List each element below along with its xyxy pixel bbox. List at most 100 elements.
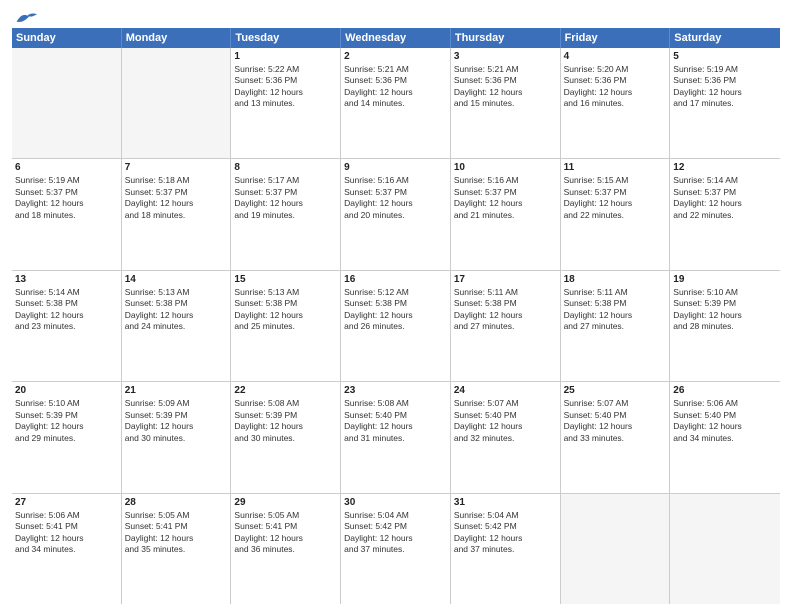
day-info: Sunrise: 5:13 AMSunset: 5:38 PMDaylight:… (125, 287, 228, 333)
calendar-header-wednesday: Wednesday (341, 28, 451, 48)
calendar-week-3: 13Sunrise: 5:14 AMSunset: 5:38 PMDayligh… (12, 271, 780, 382)
day-number: 13 (15, 273, 118, 286)
calendar-day-8: 8Sunrise: 5:17 AMSunset: 5:37 PMDaylight… (231, 159, 341, 269)
day-info: Sunrise: 5:08 AMSunset: 5:39 PMDaylight:… (234, 398, 337, 444)
calendar-header-friday: Friday (561, 28, 671, 48)
day-number: 14 (125, 273, 228, 286)
day-info: Sunrise: 5:05 AMSunset: 5:41 PMDaylight:… (234, 510, 337, 556)
calendar-day-2: 2Sunrise: 5:21 AMSunset: 5:36 PMDaylight… (341, 48, 451, 158)
day-number: 21 (125, 384, 228, 397)
day-info: Sunrise: 5:14 AMSunset: 5:37 PMDaylight:… (673, 175, 777, 221)
calendar-header-monday: Monday (122, 28, 232, 48)
day-number: 19 (673, 273, 777, 286)
day-info: Sunrise: 5:07 AMSunset: 5:40 PMDaylight:… (564, 398, 667, 444)
calendar-day-26: 26Sunrise: 5:06 AMSunset: 5:40 PMDayligh… (670, 382, 780, 492)
day-number: 24 (454, 384, 557, 397)
day-number: 31 (454, 496, 557, 509)
day-info: Sunrise: 5:19 AMSunset: 5:36 PMDaylight:… (673, 64, 777, 110)
calendar-day-29: 29Sunrise: 5:05 AMSunset: 5:41 PMDayligh… (231, 494, 341, 604)
calendar-day-11: 11Sunrise: 5:15 AMSunset: 5:37 PMDayligh… (561, 159, 671, 269)
day-number: 10 (454, 161, 557, 174)
calendar-week-4: 20Sunrise: 5:10 AMSunset: 5:39 PMDayligh… (12, 382, 780, 493)
day-number: 5 (673, 50, 777, 63)
calendar-day-23: 23Sunrise: 5:08 AMSunset: 5:40 PMDayligh… (341, 382, 451, 492)
day-number: 28 (125, 496, 228, 509)
day-number: 6 (15, 161, 118, 174)
day-number: 11 (564, 161, 667, 174)
calendar-day-empty-0-1 (122, 48, 232, 158)
calendar-body: 1Sunrise: 5:22 AMSunset: 5:36 PMDaylight… (12, 48, 780, 604)
day-info: Sunrise: 5:16 AMSunset: 5:37 PMDaylight:… (344, 175, 447, 221)
day-number: 17 (454, 273, 557, 286)
calendar-day-27: 27Sunrise: 5:06 AMSunset: 5:41 PMDayligh… (12, 494, 122, 604)
day-number: 23 (344, 384, 447, 397)
day-number: 8 (234, 161, 337, 174)
day-info: Sunrise: 5:14 AMSunset: 5:38 PMDaylight:… (15, 287, 118, 333)
calendar-header-thursday: Thursday (451, 28, 561, 48)
day-info: Sunrise: 5:11 AMSunset: 5:38 PMDaylight:… (454, 287, 557, 333)
day-number: 27 (15, 496, 118, 509)
day-number: 7 (125, 161, 228, 174)
logo (12, 10, 37, 22)
calendar-day-16: 16Sunrise: 5:12 AMSunset: 5:38 PMDayligh… (341, 271, 451, 381)
calendar-header: SundayMondayTuesdayWednesdayThursdayFrid… (12, 28, 780, 48)
day-info: Sunrise: 5:21 AMSunset: 5:36 PMDaylight:… (344, 64, 447, 110)
calendar-day-28: 28Sunrise: 5:05 AMSunset: 5:41 PMDayligh… (122, 494, 232, 604)
day-info: Sunrise: 5:17 AMSunset: 5:37 PMDaylight:… (234, 175, 337, 221)
calendar-day-13: 13Sunrise: 5:14 AMSunset: 5:38 PMDayligh… (12, 271, 122, 381)
header (12, 10, 780, 22)
day-info: Sunrise: 5:10 AMSunset: 5:39 PMDaylight:… (15, 398, 118, 444)
calendar-day-5: 5Sunrise: 5:19 AMSunset: 5:36 PMDaylight… (670, 48, 780, 158)
calendar-day-empty-4-5 (561, 494, 671, 604)
calendar-day-31: 31Sunrise: 5:04 AMSunset: 5:42 PMDayligh… (451, 494, 561, 604)
day-info: Sunrise: 5:11 AMSunset: 5:38 PMDaylight:… (564, 287, 667, 333)
day-info: Sunrise: 5:21 AMSunset: 5:36 PMDaylight:… (454, 64, 557, 110)
page: SundayMondayTuesdayWednesdayThursdayFrid… (0, 0, 792, 612)
day-number: 1 (234, 50, 337, 63)
day-info: Sunrise: 5:13 AMSunset: 5:38 PMDaylight:… (234, 287, 337, 333)
calendar-day-14: 14Sunrise: 5:13 AMSunset: 5:38 PMDayligh… (122, 271, 232, 381)
calendar-day-17: 17Sunrise: 5:11 AMSunset: 5:38 PMDayligh… (451, 271, 561, 381)
day-info: Sunrise: 5:15 AMSunset: 5:37 PMDaylight:… (564, 175, 667, 221)
calendar-day-18: 18Sunrise: 5:11 AMSunset: 5:38 PMDayligh… (561, 271, 671, 381)
calendar-day-19: 19Sunrise: 5:10 AMSunset: 5:39 PMDayligh… (670, 271, 780, 381)
day-number: 20 (15, 384, 118, 397)
day-info: Sunrise: 5:04 AMSunset: 5:42 PMDaylight:… (454, 510, 557, 556)
calendar-day-15: 15Sunrise: 5:13 AMSunset: 5:38 PMDayligh… (231, 271, 341, 381)
day-info: Sunrise: 5:22 AMSunset: 5:36 PMDaylight:… (234, 64, 337, 110)
day-number: 12 (673, 161, 777, 174)
calendar-day-9: 9Sunrise: 5:16 AMSunset: 5:37 PMDaylight… (341, 159, 451, 269)
day-info: Sunrise: 5:18 AMSunset: 5:37 PMDaylight:… (125, 175, 228, 221)
day-number: 9 (344, 161, 447, 174)
day-number: 22 (234, 384, 337, 397)
day-info: Sunrise: 5:09 AMSunset: 5:39 PMDaylight:… (125, 398, 228, 444)
calendar-week-5: 27Sunrise: 5:06 AMSunset: 5:41 PMDayligh… (12, 494, 780, 604)
calendar-day-6: 6Sunrise: 5:19 AMSunset: 5:37 PMDaylight… (12, 159, 122, 269)
bird-icon (15, 10, 37, 26)
day-info: Sunrise: 5:05 AMSunset: 5:41 PMDaylight:… (125, 510, 228, 556)
calendar: SundayMondayTuesdayWednesdayThursdayFrid… (12, 28, 780, 604)
calendar-day-24: 24Sunrise: 5:07 AMSunset: 5:40 PMDayligh… (451, 382, 561, 492)
day-number: 4 (564, 50, 667, 63)
day-info: Sunrise: 5:10 AMSunset: 5:39 PMDaylight:… (673, 287, 777, 333)
day-number: 3 (454, 50, 557, 63)
calendar-day-20: 20Sunrise: 5:10 AMSunset: 5:39 PMDayligh… (12, 382, 122, 492)
day-info: Sunrise: 5:04 AMSunset: 5:42 PMDaylight:… (344, 510, 447, 556)
calendar-day-4: 4Sunrise: 5:20 AMSunset: 5:36 PMDaylight… (561, 48, 671, 158)
calendar-day-30: 30Sunrise: 5:04 AMSunset: 5:42 PMDayligh… (341, 494, 451, 604)
calendar-week-1: 1Sunrise: 5:22 AMSunset: 5:36 PMDaylight… (12, 48, 780, 159)
day-info: Sunrise: 5:19 AMSunset: 5:37 PMDaylight:… (15, 175, 118, 221)
calendar-day-empty-0-0 (12, 48, 122, 158)
calendar-week-2: 6Sunrise: 5:19 AMSunset: 5:37 PMDaylight… (12, 159, 780, 270)
calendar-day-21: 21Sunrise: 5:09 AMSunset: 5:39 PMDayligh… (122, 382, 232, 492)
calendar-header-sunday: Sunday (12, 28, 122, 48)
calendar-day-3: 3Sunrise: 5:21 AMSunset: 5:36 PMDaylight… (451, 48, 561, 158)
day-info: Sunrise: 5:20 AMSunset: 5:36 PMDaylight:… (564, 64, 667, 110)
day-number: 16 (344, 273, 447, 286)
day-info: Sunrise: 5:07 AMSunset: 5:40 PMDaylight:… (454, 398, 557, 444)
calendar-day-25: 25Sunrise: 5:07 AMSunset: 5:40 PMDayligh… (561, 382, 671, 492)
day-number: 30 (344, 496, 447, 509)
day-info: Sunrise: 5:08 AMSunset: 5:40 PMDaylight:… (344, 398, 447, 444)
day-number: 15 (234, 273, 337, 286)
day-number: 2 (344, 50, 447, 63)
